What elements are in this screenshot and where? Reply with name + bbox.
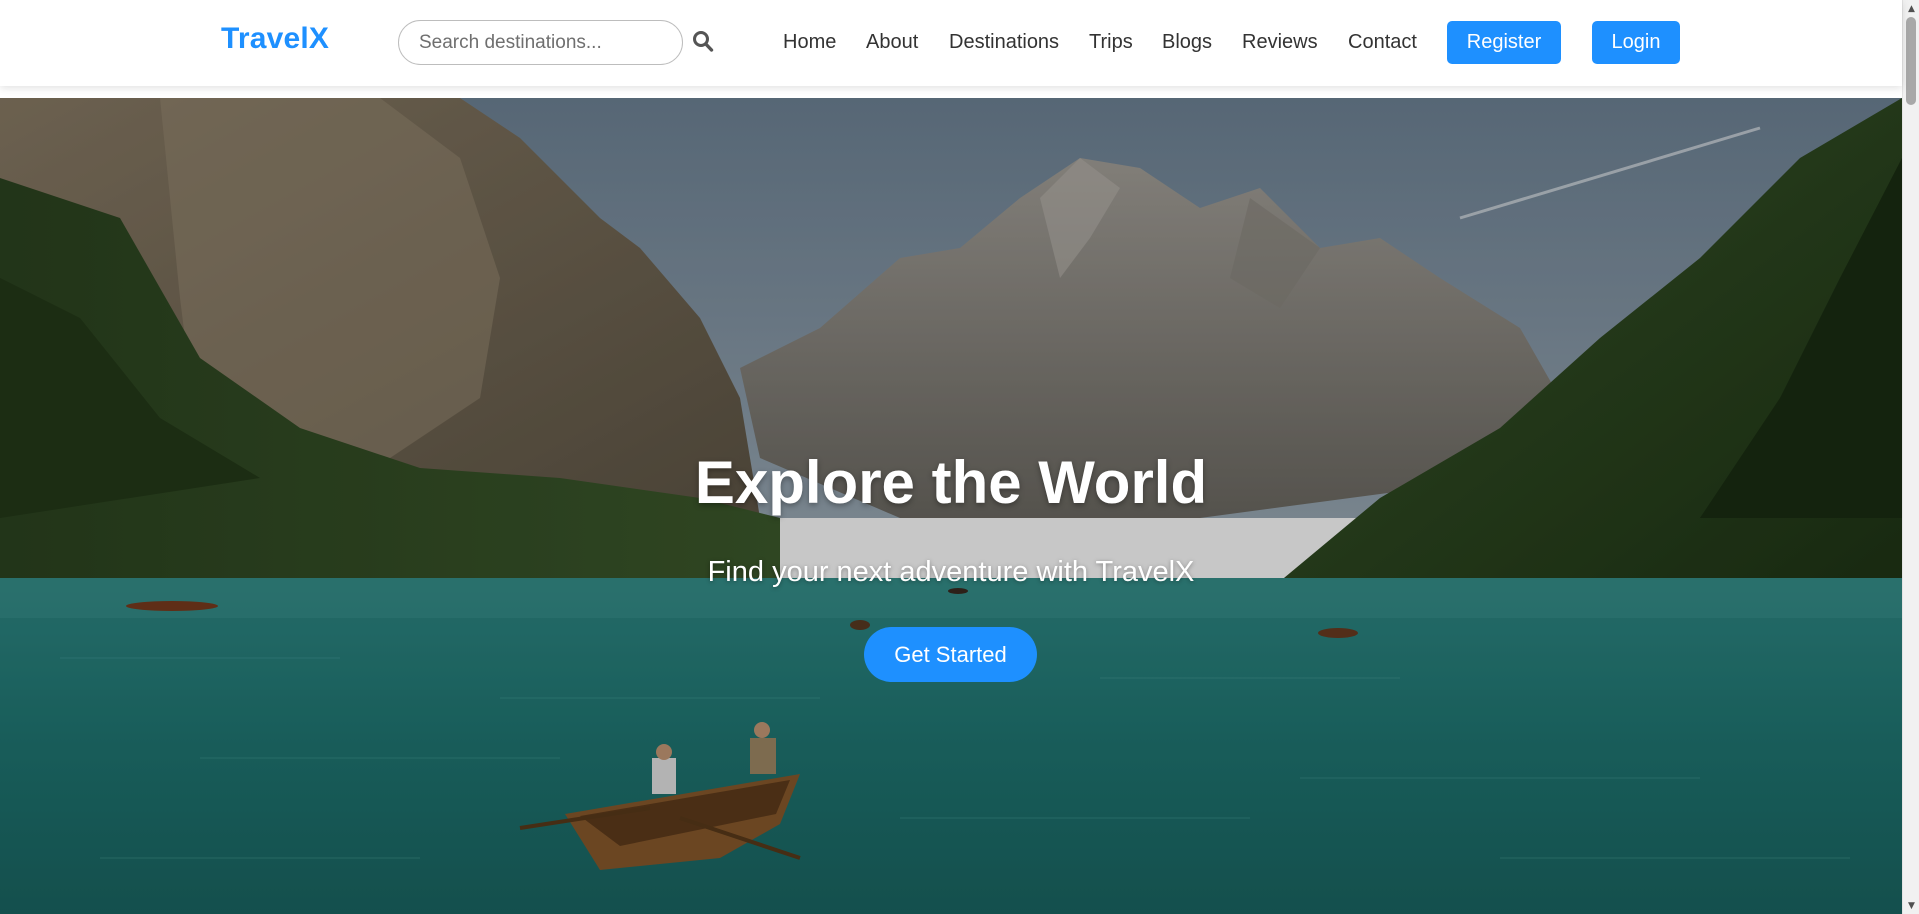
nav-link-destinations[interactable]: Destinations: [949, 31, 1059, 54]
nav-link-trips[interactable]: Trips: [1089, 31, 1133, 54]
search-icon[interactable]: [692, 30, 714, 54]
nav-link-about[interactable]: About: [866, 31, 918, 54]
nav-link-contact[interactable]: Contact: [1348, 31, 1417, 54]
hero-subtitle: Find your next adventure with TravelX: [707, 556, 1195, 588]
navbar: TravelX Home About Destinations Trips Bl…: [0, 0, 1902, 86]
register-button[interactable]: Register: [1447, 21, 1561, 64]
nav-link-home[interactable]: Home: [783, 31, 836, 54]
get-started-button[interactable]: Get Started: [864, 627, 1037, 682]
nav-link-reviews[interactable]: Reviews: [1242, 31, 1318, 54]
logo[interactable]: TravelX: [221, 22, 329, 56]
page: TravelX Home About Destinations Trips Bl…: [0, 0, 1919, 914]
search-input[interactable]: [398, 20, 683, 65]
login-button[interactable]: Login: [1592, 21, 1680, 64]
vertical-scrollbar[interactable]: ▲ ▼: [1902, 0, 1919, 914]
hero-section: Explore the World Find your next adventu…: [0, 98, 1902, 914]
search-bar: [398, 20, 683, 65]
scrollbar-thumb[interactable]: [1906, 17, 1916, 105]
scroll-up-arrow-icon[interactable]: ▲: [1903, 0, 1919, 17]
scroll-down-arrow-icon[interactable]: ▼: [1903, 897, 1919, 914]
nav-link-blogs[interactable]: Blogs: [1162, 31, 1212, 54]
hero-title: Explore the World: [694, 449, 1208, 516]
